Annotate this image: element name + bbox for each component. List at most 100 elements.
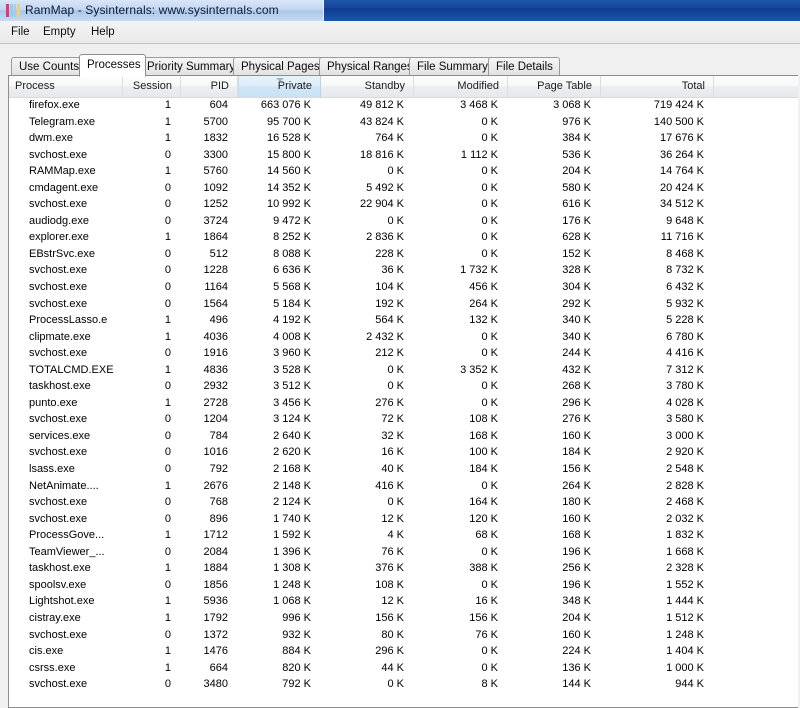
cell-pagetable: 160 K [562,429,591,442]
tab-file-details[interactable]: File Details [488,57,560,76]
table-row[interactable]: svchost.exe 0 1916 3 960 K 212 K 0 K 244 K 4 41… [9,345,798,362]
tab-physical-pages[interactable]: Physical Pages [233,57,326,76]
menu-item-empty[interactable]: Empty [36,24,83,40]
table-row[interactable]: svchost.exe 0 1252 10 992 K 22 904 K 0 K 616 K… [9,196,798,213]
cell-session: 0 [164,413,171,426]
cell-modified: 388 K [469,562,498,575]
cell-total: 8 732 K [666,264,704,277]
table-row[interactable]: cmdagent.exe 0 1092 14 352 K 5 492 K 0 K 580 K… [9,180,798,197]
column-header-session[interactable]: Session [123,76,181,97]
tab-file-summary[interactable]: File Summary [409,57,495,76]
cell-session: 0 [164,545,171,558]
cell-pid: 2676 [203,479,228,492]
table-row[interactable]: Telegram.exe 1 5700 95 700 K 43 824 K 0 K 976 … [9,114,798,131]
table-row[interactable]: explorer.exe 1 1864 8 252 K 2 836 K 0 K 628 K 1… [9,229,798,246]
cell-modified: 456 K [469,281,498,294]
cell-session: 0 [164,347,171,360]
table-row[interactable]: TeamViewer_... 0 2084 1 396 K 76 K 0 K 196 K 1 … [9,544,798,561]
column-header-standby[interactable]: Standby [321,76,414,97]
cell-total: 3 580 K [666,413,704,426]
column-header-private[interactable]: Private [238,76,321,97]
process-list-body[interactable]: firefox.exe 1 604 663 076 K 49 812 K 3 468 K 3… [9,97,798,707]
table-row[interactable]: EBstrSvc.exe 0 512 8 088 K 228 K 0 K 152 K 8 46… [9,246,798,263]
menu-item-file[interactable]: File [4,24,37,40]
table-row[interactable]: svchost.exe 0 768 2 124 K 0 K 164 K 180 K 2 468… [9,494,798,511]
cell-total: 7 312 K [666,363,704,376]
table-row[interactable]: firefox.exe 1 604 663 076 K 49 812 K 3 468 K 3… [9,97,798,114]
cell-pid: 3724 [203,214,228,227]
table-row[interactable]: cistray.exe 1 1792 996 K 156 K 156 K 204 K 1 51… [9,610,798,627]
table-row[interactable]: TOTALCMD.EXE 1 4836 3 528 K 0 K 3 352 K 432 K 7… [9,362,798,379]
column-header-modified[interactable]: Modified [414,76,508,97]
cell-session: 0 [164,463,171,476]
title-bar[interactable]: RamMap - Sysinternals: www.sysinternals.… [0,0,800,21]
table-row[interactable]: svchost.exe 0 1164 5 568 K 104 K 456 K 304 K 6 … [9,279,798,296]
cell-private: 3 512 K [273,380,311,393]
table-row[interactable]: svchost.exe 0 1372 932 K 80 K 76 K 160 K 1 248 … [9,627,798,644]
cell-session: 0 [164,446,171,459]
cell-process: firefox.exe [29,99,80,111]
table-row[interactable]: svchost.exe 0 3300 15 800 K 18 816 K 1 112 K 5… [9,147,798,164]
cell-pid: 3480 [203,678,228,691]
tab-use-counts[interactable]: Use Counts [11,57,86,76]
column-header-page-table[interactable]: Page Table [508,76,601,97]
table-row[interactable]: services.exe 0 784 2 640 K 32 K 168 K 160 K 3 0… [9,428,798,445]
table-row[interactable]: lsass.exe 0 792 2 168 K 40 K 184 K 156 K 2 548 … [9,461,798,478]
table-row[interactable]: csrss.exe 1 664 820 K 44 K 0 K 136 K 1 000 K [9,660,798,677]
cell-modified: 0 K [481,247,498,260]
table-row[interactable]: svchost.exe 0 3480 792 K 0 K 8 K 144 K 944 K [9,676,798,693]
table-row[interactable]: RAMMap.exe 1 5760 14 560 K 0 K 0 K 204 K 14 764… [9,163,798,180]
cell-modified: 100 K [469,446,498,459]
tab-processes[interactable]: Processes [79,54,146,77]
cell-modified: 0 K [481,181,498,194]
menu-item-help[interactable]: Help [84,24,122,40]
cell-pid: 1372 [203,628,228,641]
cell-private: 820 K [282,661,311,674]
cell-pid: 1164 [204,281,228,294]
cell-session: 1 [164,661,171,674]
cell-private: 3 528 K [273,363,311,376]
cell-modified: 120 K [469,512,498,525]
table-row[interactable]: svchost.exe 0 896 1 740 K 12 K 120 K 160 K 2 03… [9,511,798,528]
table-row[interactable]: taskhost.exe 0 2932 3 512 K 0 K 0 K 268 K 3 780… [9,378,798,395]
table-row[interactable]: ProcessGove... 1 1712 1 592 K 4 K 68 K 168 K 1 … [9,527,798,544]
column-header-pid[interactable]: PID [181,76,238,97]
tab-priority-summary[interactable]: Priority Summary [139,57,240,76]
cell-session: 1 [164,314,171,327]
tab-physical-ranges[interactable]: Physical Ranges [319,57,416,76]
table-row[interactable]: svchost.exe 0 1204 3 124 K 72 K 108 K 276 K 3 5… [9,411,798,428]
cell-pagetable: 196 K [562,578,591,591]
cell-modified: 8 K [481,678,498,691]
table-row[interactable]: taskhost.exe 1 1884 1 308 K 376 K 388 K 256 K 2… [9,560,798,577]
table-row[interactable]: NetAnimate.... 1 2676 2 148 K 416 K 0 K 264 K 2… [9,478,798,495]
cell-standby: 36 K [381,264,404,277]
cell-private: 996 K [282,611,311,624]
cell-total: 140 500 K [653,115,704,128]
cell-pagetable: 180 K [562,496,591,509]
cell-standby: 12 K [381,595,404,608]
cell-session: 1 [164,231,171,244]
table-row[interactable]: audiodg.exe 0 3724 9 472 K 0 K 0 K 176 K 9 648 … [9,213,798,230]
table-row[interactable]: cis.exe 1 1476 884 K 296 K 0 K 224 K 1 404 K [9,643,798,660]
rammap-window: RamMap - Sysinternals: www.sysinternals.… [0,0,800,708]
cell-process: spoolsv.exe [29,578,87,591]
cell-pagetable: 976 K [562,115,591,128]
cell-pid: 5936 [203,595,228,608]
cell-standby: 416 K [375,479,404,492]
table-row[interactable]: svchost.exe 0 1228 6 636 K 36 K 1 732 K 328 K 8… [9,262,798,279]
cell-session: 1 [164,611,171,624]
table-row[interactable]: dwm.exe 1 1832 16 528 K 764 K 0 K 384 K 17 676 … [9,130,798,147]
table-row[interactable]: clipmate.exe 1 4036 4 008 K 2 432 K 0 K 340 K 6… [9,329,798,346]
cell-process: explorer.exe [29,231,89,244]
table-row[interactable]: ProcessLasso.e 1 496 4 192 K 564 K 132 K 340 K… [9,312,798,329]
column-header-total[interactable]: Total [601,76,714,97]
table-row[interactable]: Lightshot.exe 1 5936 1 068 K 12 K 16 K 348 K 1 … [9,593,798,610]
cell-pagetable: 628 K [562,231,591,244]
column-header-process[interactable]: Process [9,76,123,97]
table-row[interactable]: svchost.exe 0 1016 2 620 K 16 K 100 K 184 K 2 9… [9,444,798,461]
cell-standby: 564 K [375,314,404,327]
table-row[interactable]: punto.exe 1 2728 3 456 K 276 K 0 K 296 K 4 028 … [9,395,798,412]
cell-total: 1 000 K [666,661,704,674]
table-row[interactable]: svchost.exe 0 1564 5 184 K 192 K 264 K 292 K 5 … [9,296,798,313]
table-row[interactable]: spoolsv.exe 0 1856 1 248 K 108 K 0 K 196 K 1 55… [9,577,798,594]
